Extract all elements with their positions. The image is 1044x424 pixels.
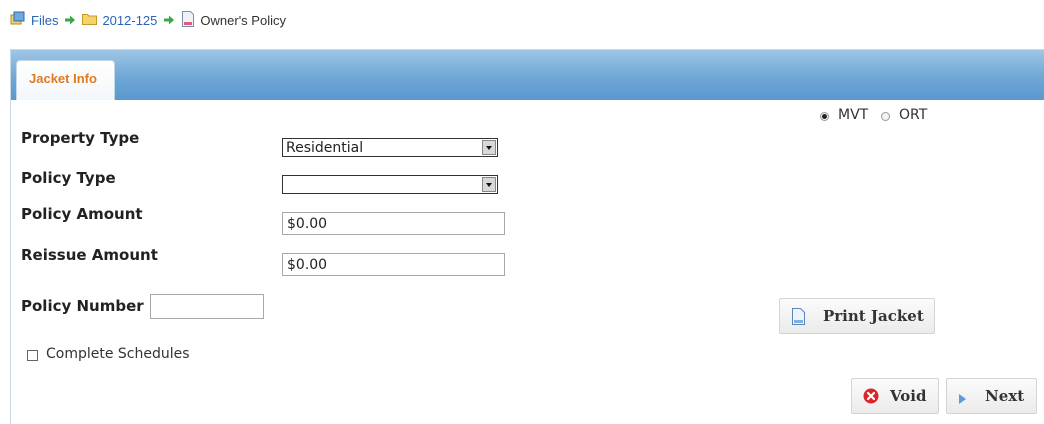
document-icon bbox=[181, 10, 195, 30]
reissue-amount-label: Reissue Amount bbox=[21, 246, 158, 264]
print-jacket-button[interactable]: Print Jacket bbox=[779, 298, 935, 334]
breadcrumb-file-number-link[interactable]: 2012-125 bbox=[102, 13, 157, 28]
breadcrumb-current-page: Owner's Policy bbox=[200, 12, 286, 28]
policy-type-select[interactable] bbox=[282, 175, 498, 194]
policy-amount-label: Policy Amount bbox=[21, 205, 143, 223]
next-label: Next bbox=[985, 387, 1025, 405]
tab-strip: Jacket Info bbox=[11, 50, 1044, 100]
policy-amount-input[interactable]: $0.00 bbox=[282, 212, 505, 235]
arrow-right-icon bbox=[65, 13, 76, 28]
files-icon bbox=[10, 11, 26, 30]
property-type-select[interactable]: Residential bbox=[282, 138, 498, 157]
folder-icon bbox=[82, 12, 98, 28]
chevron-down-icon bbox=[482, 140, 496, 155]
complete-schedules-label: Complete Schedules bbox=[46, 346, 190, 362]
radio-ort[interactable] bbox=[881, 112, 890, 121]
tab-label: Jacket Info bbox=[29, 71, 97, 86]
policy-amount-value: $0.00 bbox=[287, 216, 328, 232]
radio-mvt-label: MVT bbox=[838, 107, 869, 123]
tab-jacket-info[interactable]: Jacket Info bbox=[16, 60, 115, 100]
property-type-value: Residential bbox=[286, 140, 364, 156]
play-arrow-icon bbox=[958, 390, 968, 409]
property-type-label: Property Type bbox=[21, 129, 140, 147]
radio-ort-label: ORT bbox=[899, 107, 928, 123]
reissue-amount-input[interactable]: $0.00 bbox=[282, 253, 505, 276]
jacket-panel: Jacket Info MVT ORT Property Type Reside… bbox=[10, 49, 1044, 424]
policy-number-input[interactable] bbox=[150, 294, 264, 319]
void-button[interactable]: Void bbox=[851, 378, 939, 414]
policy-type-label: Policy Type bbox=[21, 169, 116, 187]
print-jacket-label: Print Jacket bbox=[823, 307, 924, 325]
complete-schedules-checkbox[interactable] bbox=[27, 350, 38, 361]
radio-mvt[interactable] bbox=[820, 112, 829, 121]
reissue-amount-value: $0.00 bbox=[287, 257, 328, 273]
policy-number-label: Policy Number bbox=[21, 297, 144, 315]
void-label: Void bbox=[890, 387, 927, 405]
breadcrumb: Files 2012-125 Owner's Policy bbox=[10, 10, 286, 30]
breadcrumb-files-link[interactable]: Files bbox=[31, 13, 58, 28]
next-button[interactable]: Next bbox=[946, 378, 1037, 414]
chevron-down-icon bbox=[482, 177, 496, 192]
arrow-right-icon bbox=[164, 13, 175, 28]
cancel-icon bbox=[863, 388, 879, 408]
document-icon bbox=[792, 308, 805, 329]
